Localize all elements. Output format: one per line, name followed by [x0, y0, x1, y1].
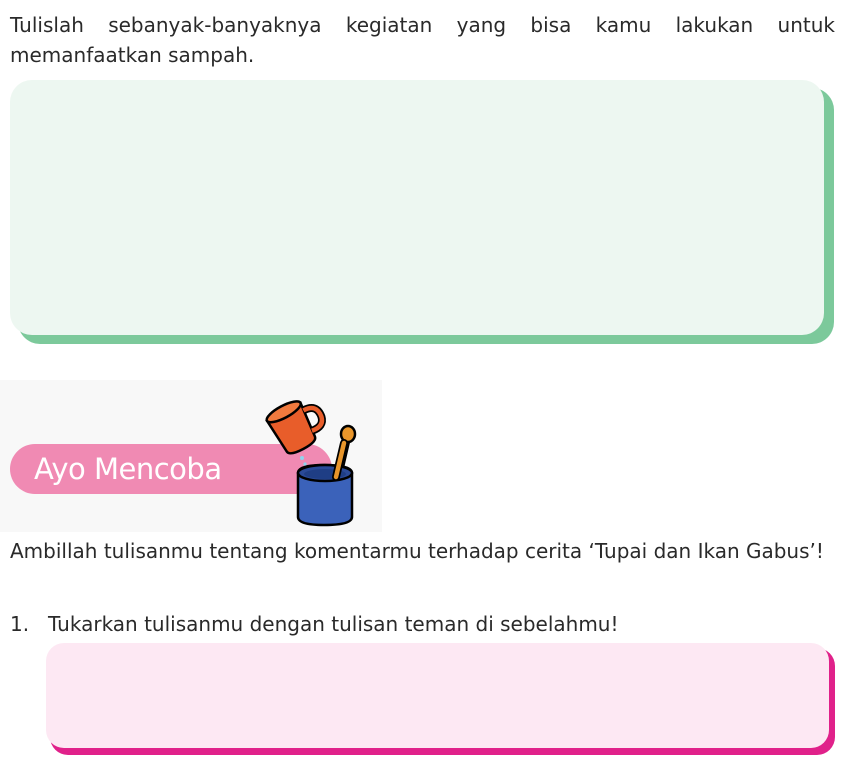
answer-box-sampah[interactable]: [10, 80, 824, 335]
cups-icon: [265, 400, 357, 527]
answer-box-step-1[interactable]: [46, 643, 829, 748]
instruction-text: Tulislah sebanyak-banyaknya kegiatan yan…: [10, 13, 835, 67]
step-item: 1. Tukarkan tulisanmu dengan tulisan tema…: [10, 609, 835, 639]
section-title: Ayo Mencoba: [34, 452, 222, 486]
orange-mug-icon: [265, 400, 326, 455]
step-number: 1.: [10, 612, 30, 636]
blue-cup-icon: [296, 439, 354, 527]
step-text: Tukarkan tulisanmu dengan tulisan teman …: [48, 612, 619, 636]
activity-intro: Ambillah tulisanmu tentang komentarmu te…: [10, 539, 824, 563]
